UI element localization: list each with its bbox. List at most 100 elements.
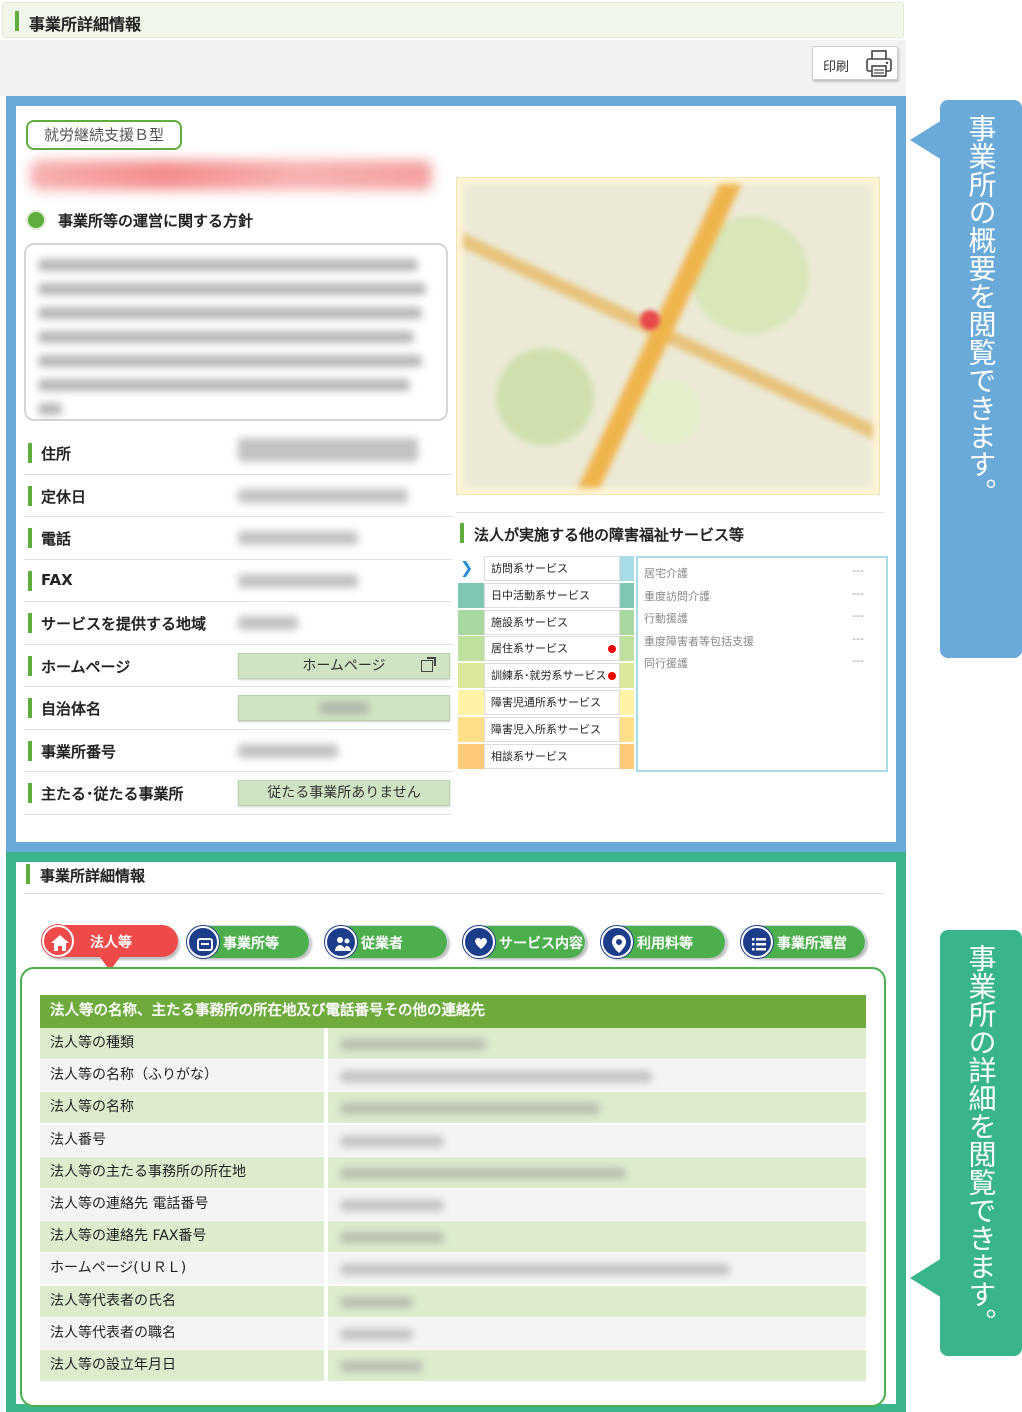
info-label: 住所 bbox=[28, 443, 71, 464]
table-row-key: 法人等の連絡先 FAX番号 bbox=[40, 1221, 326, 1253]
tab-label: 事業所等 bbox=[223, 936, 279, 952]
redacted-value bbox=[238, 438, 418, 462]
redacted-value bbox=[238, 488, 408, 503]
redacted-value bbox=[340, 1103, 600, 1115]
info-label: 主たる･従たる事業所 bbox=[28, 783, 184, 804]
service-detail-row: 重度訪問介護 --- bbox=[638, 583, 886, 606]
service-name: 行動援護 bbox=[644, 612, 688, 625]
table-row: 法人等代表者の職名 bbox=[40, 1317, 866, 1350]
heading-accent-bar bbox=[26, 864, 30, 884]
municipality-button[interactable] bbox=[238, 695, 450, 721]
table-row: 法人等代表者の氏名 bbox=[40, 1285, 866, 1318]
table-row-key: 法人等の連絡先 電話番号 bbox=[40, 1188, 326, 1220]
location-map[interactable] bbox=[456, 177, 880, 495]
redacted-value bbox=[340, 1039, 486, 1050]
service-type-badge: 就労継続支援Ｂ型 bbox=[26, 120, 182, 150]
info-label: 定休日 bbox=[28, 485, 86, 507]
service-category-item[interactable]: 居住系サービス bbox=[458, 636, 636, 663]
policy-dot-icon bbox=[26, 210, 46, 230]
policy-text-box bbox=[24, 243, 448, 421]
table-row: 法人等の連絡先 FAX番号 bbox=[40, 1221, 866, 1254]
category-tail bbox=[620, 636, 634, 662]
service-detail-row: 重度障害者等包括支援 --- bbox=[638, 628, 886, 651]
heading-accent-bar bbox=[460, 523, 464, 543]
tab-1[interactable]: 法人等 bbox=[42, 925, 178, 957]
category-color-swatch bbox=[458, 636, 484, 662]
table-row-key: 法人等の主たる事務所の所在地 bbox=[40, 1156, 326, 1188]
tab-3[interactable]: 従業者 bbox=[324, 925, 448, 958]
corporation-table: 法人等の名称、主たる事務所の所在地及び電話番号その他の連絡先 法人等の種類 法人等… bbox=[40, 995, 866, 1383]
table-row-key: 法人等代表者の氏名 bbox=[40, 1285, 326, 1317]
tab-5[interactable]: 利用料等 bbox=[600, 925, 726, 958]
building-icon bbox=[197, 938, 213, 951]
service-category-item[interactable]: 日中活動系サービス bbox=[458, 582, 636, 610]
table-row-key: 法人等の種類 bbox=[40, 1028, 326, 1059]
homepage-button[interactable]: ホームページ bbox=[238, 652, 450, 679]
service-category-item[interactable]: 障害児入所系サービス bbox=[458, 716, 636, 744]
category-tail bbox=[620, 689, 634, 715]
service-category-item[interactable]: ❯ 訪問系サービス bbox=[458, 556, 636, 583]
tab-label: サービス内容 bbox=[499, 936, 583, 952]
category-color-swatch: ❯ bbox=[458, 556, 484, 581]
header-accent-bar bbox=[15, 11, 19, 31]
service-status: --- bbox=[852, 631, 864, 645]
category-color-swatch bbox=[458, 609, 484, 635]
category-tail bbox=[620, 582, 634, 608]
tab-2[interactable]: 事業所等 bbox=[186, 925, 310, 958]
overview-callout: 事業所の概要を閲覧できます。 bbox=[940, 100, 1022, 658]
service-name: 同行援護 bbox=[644, 657, 688, 670]
toolbar-band bbox=[0, 40, 906, 96]
service-status: --- bbox=[852, 609, 864, 622]
service-category-item[interactable]: 施設系サービス bbox=[458, 609, 636, 637]
table-row: 法人等の主たる事務所の所在地 bbox=[40, 1156, 866, 1189]
table-row-key: 法人等代表者の職名 bbox=[40, 1317, 326, 1349]
category-label: 障害児通所系サービス bbox=[484, 689, 620, 715]
button-label: 従たる事業所ありません bbox=[267, 785, 421, 801]
table-row: 法人等の名称（ふりがな） bbox=[40, 1060, 866, 1093]
table-row-value bbox=[328, 1349, 866, 1381]
tab-6[interactable]: 事業所運営 bbox=[740, 925, 866, 958]
info-row: 定休日 bbox=[24, 475, 452, 517]
people-icon bbox=[335, 937, 351, 951]
facility-name-redacted bbox=[30, 160, 432, 190]
service-category-item[interactable]: 訓練系･就労系サービス bbox=[458, 663, 636, 690]
redacted-value bbox=[340, 1296, 413, 1308]
service-status: --- bbox=[852, 654, 864, 667]
tab-icon-circle bbox=[601, 926, 633, 958]
print-button[interactable]: 印刷 bbox=[812, 46, 898, 80]
table-row: 法人等の連絡先 電話番号 bbox=[40, 1188, 866, 1222]
tab-icon-circle bbox=[187, 926, 219, 958]
service-detail-row: 行動援護 --- bbox=[638, 605, 886, 628]
category-tail bbox=[620, 556, 634, 581]
redacted-line bbox=[38, 283, 427, 295]
other-services-heading-text: 法人が実施する他の障害福祉サービス等 bbox=[474, 526, 745, 544]
table-row-key: 法人番号 bbox=[40, 1124, 326, 1156]
external-link-icon bbox=[421, 656, 436, 672]
heart-hand-icon bbox=[475, 937, 487, 949]
category-color-swatch bbox=[458, 582, 484, 608]
redacted-value bbox=[340, 1167, 626, 1179]
redacted-value bbox=[340, 1135, 444, 1147]
printer-icon bbox=[866, 50, 892, 77]
table-row: 法人番号 bbox=[40, 1124, 866, 1157]
redacted-line bbox=[38, 379, 411, 391]
service-category-list: ❯ 訪問系サービス 日中活動系サービス 施設系サービス 居住系サービス 訓練系･就労系サー… bbox=[458, 556, 636, 770]
table-row: 法人等の設立年月日 bbox=[40, 1349, 866, 1383]
redacted-value bbox=[340, 1328, 413, 1340]
category-label: 日中活動系サービス bbox=[484, 582, 620, 608]
sub-office-button[interactable]: 従たる事業所ありません bbox=[238, 780, 450, 806]
table-row-key: 法人等の名称 bbox=[40, 1092, 326, 1124]
service-category-item[interactable]: 相談系サービス bbox=[458, 743, 636, 771]
category-label: 居住系サービス bbox=[484, 636, 620, 662]
corporation-table-body: 法人等の種類 法人等の名称（ふりがな） 法人等の名称 法人番号 法人等の主たる事務所の所… bbox=[40, 1028, 866, 1383]
service-category-item[interactable]: 障害児通所系サービス bbox=[458, 689, 636, 717]
table-row-value bbox=[328, 1028, 866, 1059]
category-tail bbox=[620, 609, 634, 635]
info-label: 事業所番号 bbox=[28, 740, 116, 762]
tab-label: 法人等 bbox=[90, 935, 132, 951]
redacted-line bbox=[38, 403, 62, 415]
info-label: FAX bbox=[28, 570, 73, 591]
service-status: --- bbox=[852, 586, 864, 600]
tab-4[interactable]: サービス内容 bbox=[462, 925, 586, 958]
map-pin-icon bbox=[640, 310, 660, 330]
